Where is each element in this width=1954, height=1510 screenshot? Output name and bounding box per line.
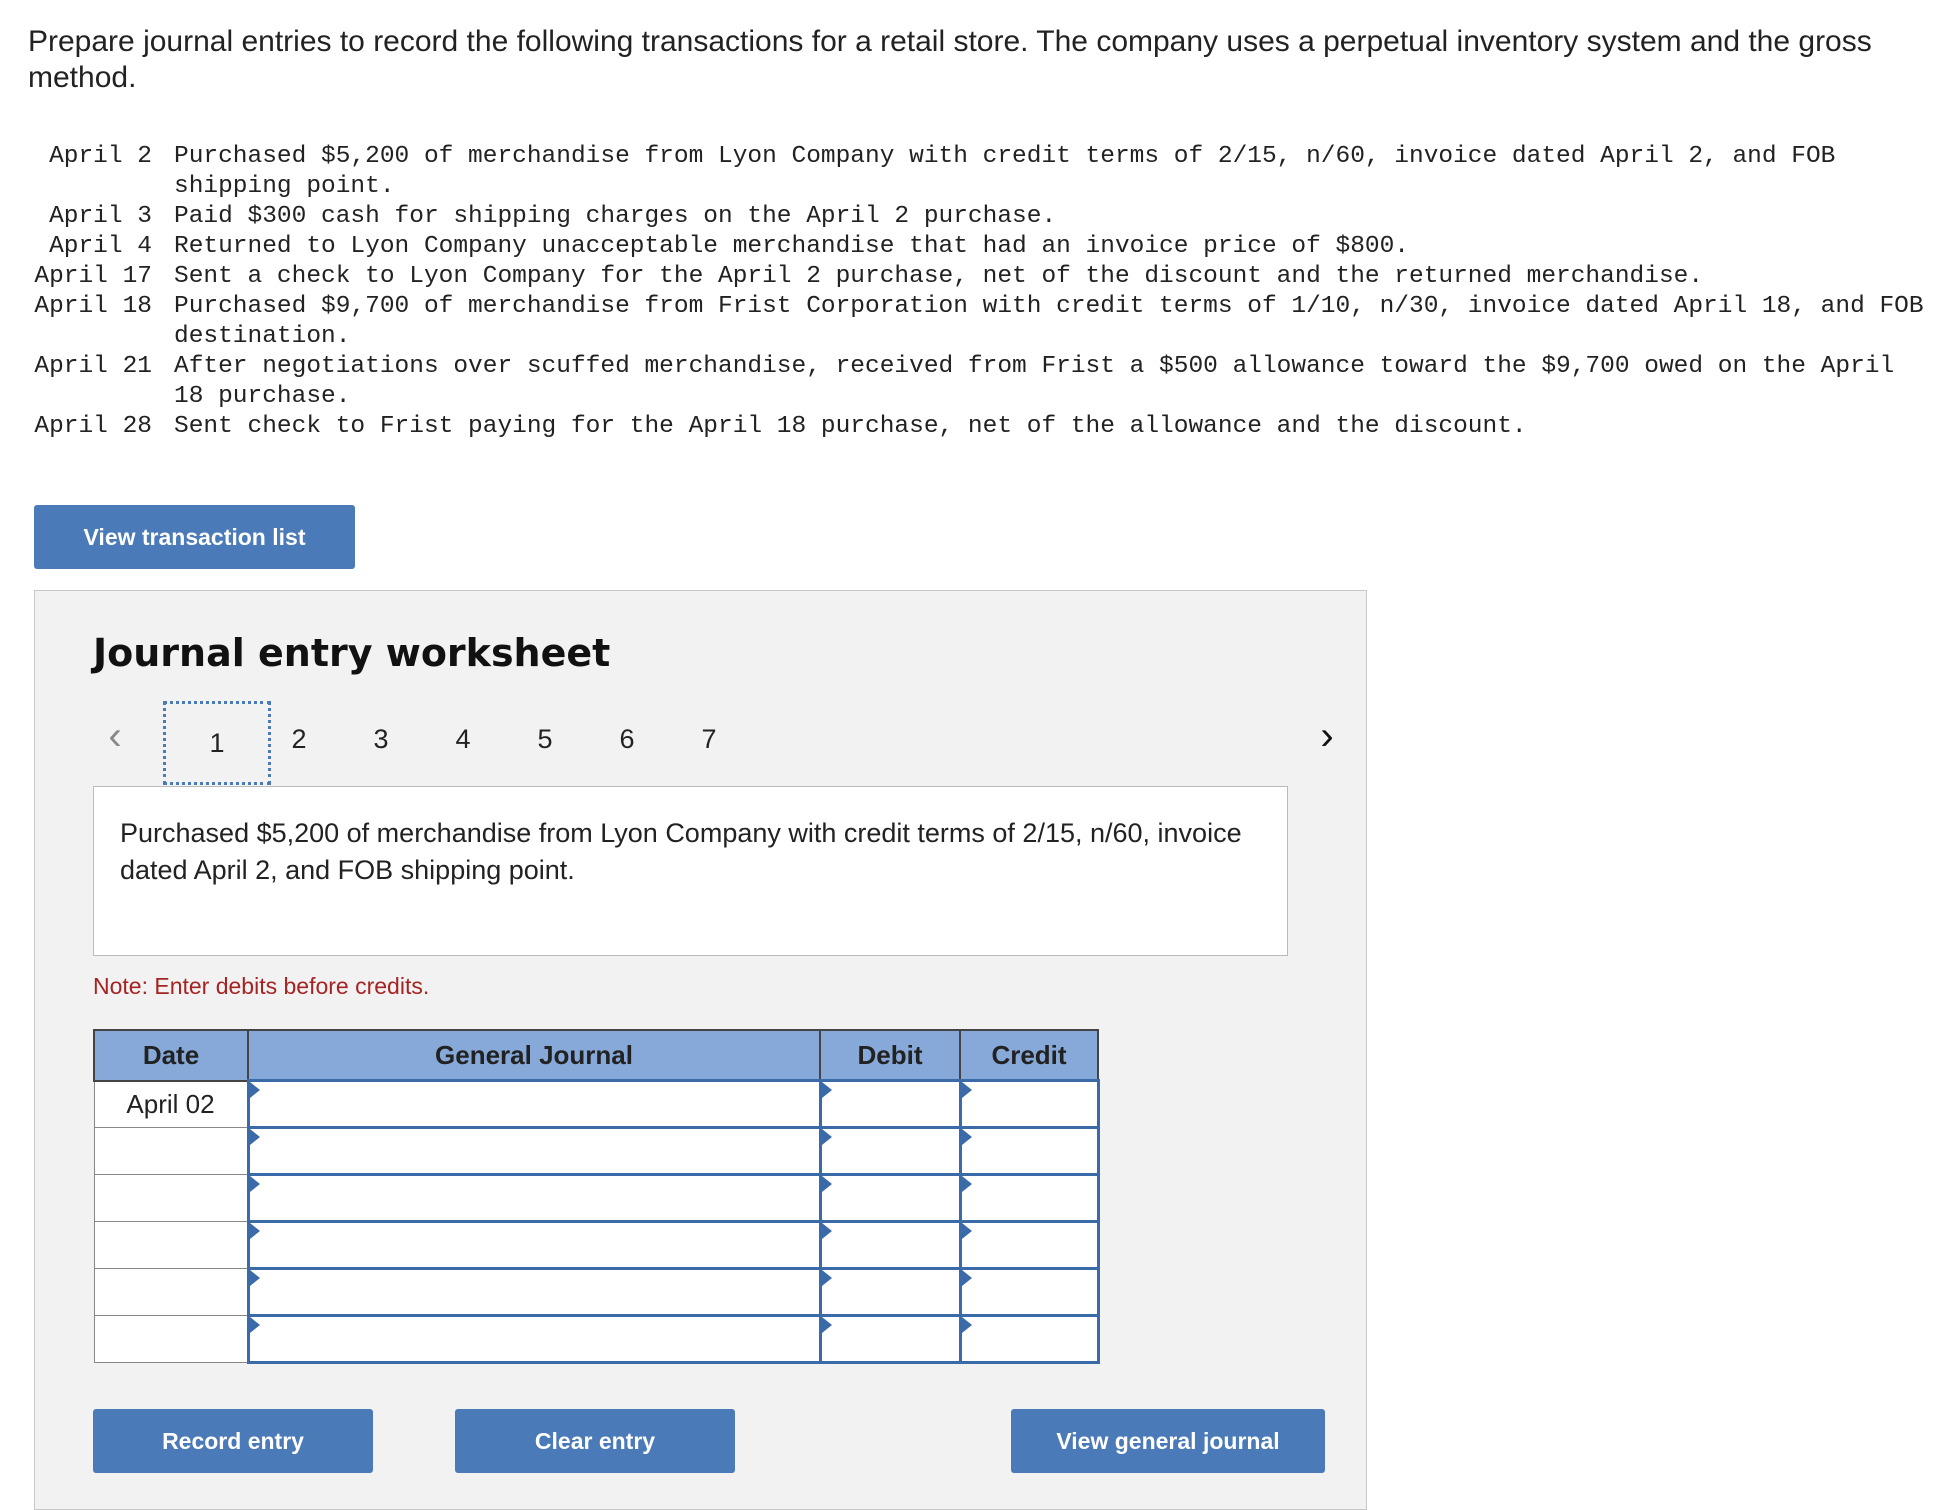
transaction-date: April 3 — [49, 203, 152, 230]
table-header-row: Date General Journal Debit Credit — [93, 1029, 1099, 1082]
transaction-text: After negotiations over scuffed merchand… — [174, 353, 1895, 410]
instructions-text: Prepare journal entries to record the fo… — [28, 25, 1872, 94]
worksheet-title: Journal entry worksheet — [93, 631, 611, 675]
transaction-row: April 17 Sent a check to Lyon Company fo… — [28, 262, 1934, 292]
date-cell — [93, 1221, 249, 1269]
table-row — [93, 1126, 1100, 1176]
transaction-date: April 28 — [34, 413, 152, 440]
credit-input[interactable] — [961, 1270, 1097, 1314]
entry-note: Note: Enter debits before credits. — [93, 973, 430, 999]
transaction-row: April 2 Purchased $5,200 of merchandise … — [28, 142, 1934, 202]
transaction-date: April 21 — [34, 353, 152, 380]
date-cell — [93, 1268, 249, 1316]
general-journal-table: Date General Journal Debit Credit April … — [93, 1029, 1100, 1364]
account-cell[interactable] — [246, 1220, 822, 1270]
table-row — [93, 1314, 1100, 1364]
transaction-text: Purchased $9,700 of merchandise from Fri… — [174, 293, 1924, 350]
credit-input[interactable] — [961, 1129, 1097, 1173]
clear-entry-button[interactable]: Clear entry — [455, 1409, 735, 1473]
account-cell[interactable] — [246, 1126, 822, 1176]
account-input[interactable] — [249, 1270, 819, 1314]
transaction-text: Purchased $5,200 of merchandise from Lyo… — [174, 143, 1836, 200]
debit-cell[interactable] — [818, 1079, 962, 1129]
debit-input[interactable] — [821, 1129, 959, 1173]
record-entry-button[interactable]: Record entry — [93, 1409, 373, 1473]
chevron-left-icon[interactable]: ‹ — [95, 711, 135, 761]
transaction-row: April 21 After negotiations over scuffed… — [28, 352, 1934, 412]
transaction-row: April 4 Returned to Lyon Company unaccep… — [28, 232, 1934, 262]
transaction-row: April 28 Sent check to Frist paying for … — [28, 412, 1934, 442]
view-transaction-list-button[interactable]: View transaction list — [34, 505, 355, 569]
transaction-text: Returned to Lyon Company unacceptable me… — [174, 233, 1410, 260]
transaction-description: Purchased $5,200 of merchandise from Lyo… — [93, 786, 1288, 956]
transaction-text: Sent a check to Lyon Company for the Apr… — [174, 263, 1704, 290]
date-cell: April 02 — [93, 1080, 249, 1128]
debit-input[interactable] — [821, 1270, 959, 1314]
debit-cell[interactable] — [818, 1220, 962, 1270]
transaction-list: April 2 Purchased $5,200 of merchandise … — [28, 142, 1934, 442]
date-cell — [93, 1315, 249, 1363]
transaction-date: April 2 — [49, 143, 152, 170]
page-7-tab[interactable]: 7 — [657, 711, 761, 767]
credit-cell[interactable] — [958, 1079, 1100, 1129]
credit-input[interactable] — [961, 1223, 1097, 1267]
transaction-row: April 3 Paid $300 cash for shipping char… — [28, 202, 1934, 232]
credit-column-header: Credit — [959, 1029, 1099, 1082]
credit-cell[interactable] — [958, 1173, 1100, 1223]
debit-cell[interactable] — [818, 1126, 962, 1176]
debit-cell[interactable] — [818, 1314, 962, 1364]
table-row — [93, 1173, 1100, 1223]
account-input[interactable] — [249, 1317, 819, 1361]
debit-input[interactable] — [821, 1082, 959, 1126]
debit-column-header: Debit — [819, 1029, 961, 1082]
chevron-right-icon[interactable]: › — [1307, 711, 1347, 761]
date-cell — [93, 1127, 249, 1175]
entry-pager: ‹ 1 2 3 4 5 6 7 › — [95, 701, 1347, 785]
general-journal-column-header: General Journal — [247, 1029, 821, 1082]
account-input[interactable] — [249, 1129, 819, 1173]
account-cell[interactable] — [246, 1079, 822, 1129]
credit-input[interactable] — [961, 1082, 1097, 1126]
transaction-date: April 17 — [34, 263, 152, 290]
transaction-date: April 18 — [34, 293, 152, 320]
transaction-text: Sent check to Frist paying for the April… — [174, 413, 1527, 440]
account-input[interactable] — [249, 1223, 819, 1267]
table-row — [93, 1267, 1100, 1317]
debit-input[interactable] — [821, 1317, 959, 1361]
credit-cell[interactable] — [958, 1126, 1100, 1176]
date-cell — [93, 1174, 249, 1222]
credit-input[interactable] — [961, 1317, 1097, 1361]
credit-cell[interactable] — [958, 1267, 1100, 1317]
view-general-journal-button[interactable]: View general journal — [1011, 1409, 1325, 1473]
debit-input[interactable] — [821, 1176, 959, 1220]
transaction-row: April 18 Purchased $9,700 of merchandise… — [28, 292, 1934, 352]
table-row — [93, 1220, 1100, 1270]
journal-entry-worksheet: Journal entry worksheet ‹ 1 2 3 4 5 6 7 … — [34, 590, 1367, 1510]
debit-input[interactable] — [821, 1223, 959, 1267]
credit-input[interactable] — [961, 1176, 1097, 1220]
transaction-text: Paid $300 cash for shipping charges on t… — [174, 203, 1057, 230]
table-row: April 02 — [93, 1079, 1100, 1129]
account-input[interactable] — [249, 1176, 819, 1220]
account-input[interactable] — [249, 1082, 819, 1126]
account-cell[interactable] — [246, 1173, 822, 1223]
account-cell[interactable] — [246, 1314, 822, 1364]
transaction-date: April 4 — [49, 233, 152, 260]
debit-cell[interactable] — [818, 1173, 962, 1223]
debit-cell[interactable] — [818, 1267, 962, 1317]
account-cell[interactable] — [246, 1267, 822, 1317]
credit-cell[interactable] — [958, 1220, 1100, 1270]
date-column-header: Date — [93, 1029, 249, 1082]
credit-cell[interactable] — [958, 1314, 1100, 1364]
